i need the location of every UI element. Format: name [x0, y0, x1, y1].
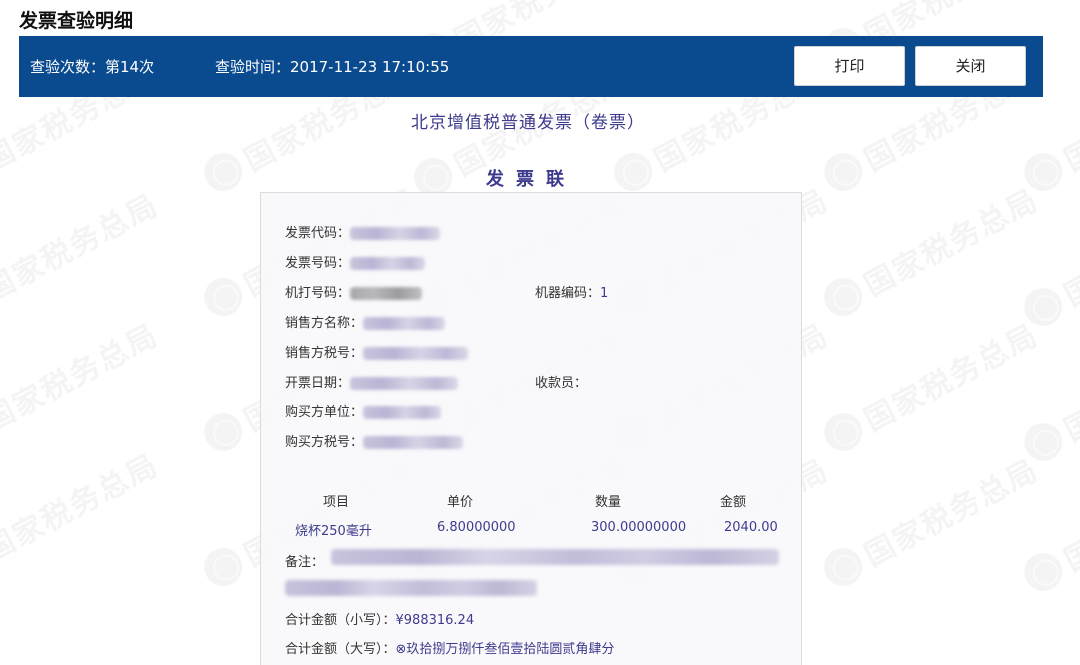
buyer-tax-label: 购买方税号：: [285, 435, 364, 450]
total-small-label: 合计金额（小写）：: [285, 613, 396, 628]
redacted-value: [363, 317, 446, 330]
watermark-seal-icon: [817, 271, 869, 323]
cashier-label: 收款员：: [535, 376, 588, 391]
watermark: 国家税务总局: [0, 427, 175, 601]
remark-redacted-line: [285, 580, 537, 596]
watermark: 国家税务总局: [1010, 172, 1080, 346]
redacted-value: [350, 377, 459, 390]
issue-date-label: 开票日期：: [285, 376, 351, 391]
invoice-number-label: 发票号码：: [285, 256, 351, 271]
watermark-seal-icon: [1017, 546, 1069, 598]
watermark-seal-icon: [197, 271, 249, 323]
machine-number-label: 机打号码：: [285, 286, 351, 301]
invoice-title: 北京增值税普通发票（卷票）: [411, 113, 645, 133]
check-time-text: 查验时间：2017-11-23 17:10:55: [215, 58, 450, 76]
page-title: 发票查验明细: [19, 10, 134, 32]
check-count-text: 查验次数：第14次: [30, 58, 155, 76]
watermark-text: 国家税务总局: [858, 317, 1045, 439]
item-amount-cell: 2040.00: [724, 520, 778, 535]
seller-tax-label: 销售方税号：: [285, 346, 364, 361]
buyer-unit-row: 购买方单位：: [285, 401, 442, 420]
machine-code-value: 1: [600, 286, 609, 301]
watermark-text: 国家税务总局: [1058, 327, 1080, 449]
issue-date-row: 开票日期：: [285, 372, 459, 391]
remark-label: 备注：: [285, 555, 325, 570]
watermark: 国家税务总局: [1010, 307, 1080, 481]
machine-code-label: 机器编码：: [535, 286, 601, 301]
watermark-seal-icon: [197, 541, 249, 593]
cashier-row: 收款员：: [535, 372, 587, 391]
item-unit-price-cell: 6.80000000: [437, 520, 516, 535]
total-small-value: ¥988316.24: [395, 613, 475, 628]
watermark-text: 国家税务总局: [0, 317, 165, 439]
redacted-value: [363, 406, 442, 419]
invoice-card: 发票代码： 发票号码： 机打号码： 机器编码：1 销售方名称： 销售方税号： 开…: [260, 192, 802, 665]
machine-code-row: 机器编码：1: [535, 282, 608, 301]
watermark-text: 国家税务总局: [1058, 192, 1080, 314]
watermark: 国家税务总局: [0, 297, 175, 471]
item-quantity-cell: 300.00000000: [591, 520, 687, 535]
close-button[interactable]: 关闭: [915, 46, 1026, 86]
redacted-value: [350, 227, 441, 240]
total-big-value: ⊗玖拾捌万捌仟叁佰壹拾陆圆贰角肆分: [395, 642, 615, 657]
item-name-cell: 烧杯250毫升: [295, 524, 372, 539]
remark-redacted-line: [331, 549, 779, 565]
watermark: 国家税务总局: [1010, 437, 1080, 611]
seller-tax-row: 销售方税号：: [285, 342, 469, 361]
buyer-tax-row: 购买方税号：: [285, 431, 464, 450]
watermark-text: 国家税务总局: [0, 447, 165, 569]
column-header-quantity: 数量: [595, 495, 622, 510]
toolbar: 查验次数：第14次 查验时间：2017-11-23 17:10:55 打印 关闭: [19, 36, 1043, 97]
buyer-unit-label: 购买方单位：: [285, 405, 364, 420]
column-header-amount: 金额: [720, 495, 747, 510]
redacted-value: [350, 257, 426, 270]
invoice-code-label: 发票代码：: [285, 226, 351, 241]
redacted-value: [363, 347, 469, 360]
total-big-label: 合计金额（大写）：: [285, 642, 396, 657]
redacted-value: [350, 287, 423, 300]
seller-name-label: 销售方名称：: [285, 316, 364, 331]
watermark-text: 国家税务总局: [1058, 457, 1080, 579]
watermark-seal-icon: [1017, 416, 1069, 468]
watermark-seal-icon: [817, 541, 869, 593]
watermark-seal-icon: [197, 406, 249, 458]
watermark: 国家税务总局: [0, 167, 175, 341]
total-small-row: 合计金额（小写）：¥988316.24: [285, 609, 474, 628]
watermark: 国家税务总局: [810, 432, 1055, 606]
seller-name-row: 销售方名称：: [285, 312, 446, 331]
print-button[interactable]: 打印: [794, 46, 905, 86]
column-header-item: 项目: [323, 495, 350, 510]
watermark-text: 国家税务总局: [858, 452, 1045, 574]
watermark-text: 国家税务总局: [1058, 57, 1080, 179]
machine-number-row: 机打号码：: [285, 282, 423, 301]
watermark-text: 国家税务总局: [0, 187, 165, 309]
watermark-seal-icon: [1017, 281, 1069, 333]
remark-row: 备注：: [285, 551, 324, 570]
redacted-value: [363, 436, 464, 449]
invoice-number-row: 发票号码：: [285, 252, 426, 271]
watermark: 国家税务总局: [810, 297, 1055, 471]
invoice-code-row: 发票代码：: [285, 222, 441, 241]
total-big-row: 合计金额（大写）：⊗玖拾捌万捌仟叁佰壹拾陆圆贰角肆分: [285, 638, 614, 657]
column-header-unit-price: 单价: [447, 495, 474, 510]
watermark-text: 国家税务总局: [858, 182, 1045, 304]
invoice-copy-label: 发票联: [486, 169, 576, 190]
watermark-seal-icon: [817, 406, 869, 458]
